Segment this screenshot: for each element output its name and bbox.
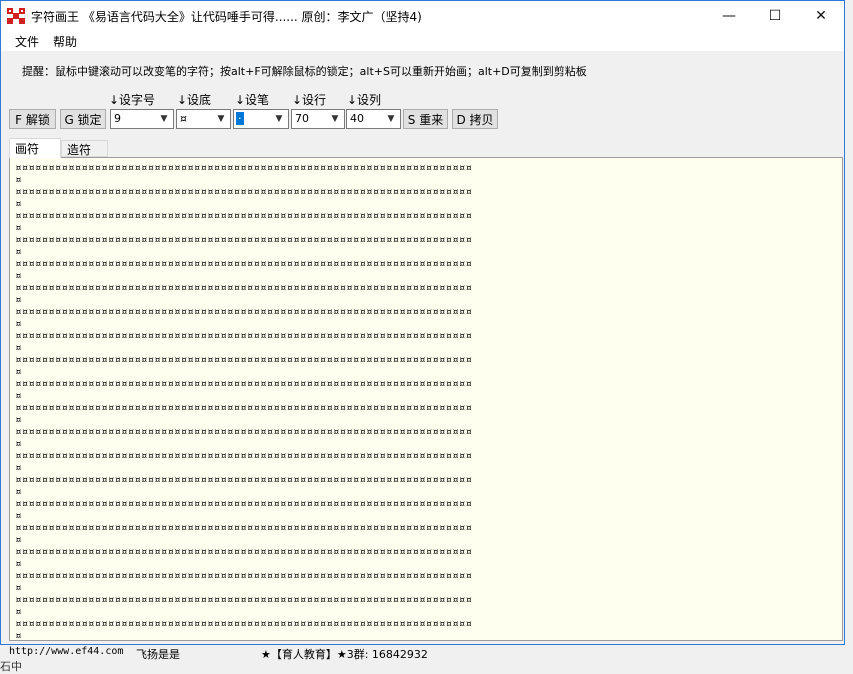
window-title: 字符画王 《易语言代码大全》让代码唾手可得...... 原创：李文广（坚持4) [31, 10, 422, 24]
label-background: ↓设底 [177, 93, 212, 107]
label-cols: ↓设列 [347, 93, 382, 107]
grid-row-wrap: ¤ [15, 486, 22, 498]
chevron-down-icon: ▼ [387, 114, 395, 124]
rows-value: 70 [295, 112, 309, 125]
status-url[interactable]: http://www.ef44.com [9, 646, 123, 657]
close-button[interactable]: ✕ [798, 1, 844, 31]
menu-help[interactable]: 帮助 [53, 33, 77, 50]
chevron-down-icon: ▼ [331, 114, 339, 124]
tip-text: 提醒：鼠标中键滚动可以改变笔的字符；按alt+F可解除鼠标的锁定；alt+S可以… [22, 65, 587, 78]
menu-file[interactable]: 文件 [15, 33, 39, 50]
app-window: 字符画王 《易语言代码大全》让代码唾手可得...... 原创：李文广（坚持4) … [0, 0, 845, 645]
grid-row: ¤¤¤¤¤¤¤¤¤¤¤¤¤¤¤¤¤¤¤¤¤¤¤¤¤¤¤¤¤¤¤¤¤¤¤¤¤¤¤¤… [15, 618, 472, 630]
chevron-down-icon: ▼ [160, 114, 168, 124]
grid-row: ¤¤¤¤¤¤¤¤¤¤¤¤¤¤¤¤¤¤¤¤¤¤¤¤¤¤¤¤¤¤¤¤¤¤¤¤¤¤¤¤… [15, 594, 472, 606]
cols-value: 40 [350, 112, 364, 125]
title-bar[interactable]: 字符画王 《易语言代码大全》让代码唾手可得...... 原创：李文广（坚持4) … [1, 1, 844, 31]
grid-row: ¤¤¤¤¤¤¤¤¤¤¤¤¤¤¤¤¤¤¤¤¤¤¤¤¤¤¤¤¤¤¤¤¤¤¤¤¤¤¤¤… [15, 522, 472, 534]
chevron-down-icon: ▼ [217, 114, 225, 124]
grid-row-wrap: ¤ [15, 198, 22, 210]
grid-row: ¤¤¤¤¤¤¤¤¤¤¤¤¤¤¤¤¤¤¤¤¤¤¤¤¤¤¤¤¤¤¤¤¤¤¤¤¤¤¤¤… [15, 354, 472, 366]
close-icon: ✕ [815, 8, 827, 24]
font-size-value: 9 [114, 112, 121, 125]
status-group: ★【育人教育】★3群: 16842932 [261, 648, 428, 661]
tab-make[interactable]: 造符 [61, 140, 108, 157]
grid-row: ¤¤¤¤¤¤¤¤¤¤¤¤¤¤¤¤¤¤¤¤¤¤¤¤¤¤¤¤¤¤¤¤¤¤¤¤¤¤¤¤… [15, 426, 472, 438]
pen-char-select[interactable]: · ▼ [233, 109, 289, 129]
maximize-icon: ☐ [768, 8, 782, 24]
grid-row-wrap: ¤ [15, 366, 22, 378]
minimize-icon: — [722, 8, 736, 24]
status-bar: http://www.ef44.com 飞扬是是 ★【育人教育】★3群: 168… [5, 645, 843, 661]
font-size-select[interactable]: 9 ▼ [110, 109, 174, 129]
label-rows: ↓设行 [292, 93, 327, 107]
label-font-size: ↓设字号 [109, 93, 156, 107]
drawing-canvas[interactable]: ¤¤¤¤¤¤¤¤¤¤¤¤¤¤¤¤¤¤¤¤¤¤¤¤¤¤¤¤¤¤¤¤¤¤¤¤¤¤¤¤… [9, 157, 843, 641]
grid-row: ¤¤¤¤¤¤¤¤¤¤¤¤¤¤¤¤¤¤¤¤¤¤¤¤¤¤¤¤¤¤¤¤¤¤¤¤¤¤¤¤… [15, 570, 472, 582]
minimize-button[interactable]: — [706, 1, 752, 31]
grid-row: ¤¤¤¤¤¤¤¤¤¤¤¤¤¤¤¤¤¤¤¤¤¤¤¤¤¤¤¤¤¤¤¤¤¤¤¤¤¤¤¤… [15, 258, 472, 270]
grid-row-wrap: ¤ [15, 462, 22, 474]
grid-row: ¤¤¤¤¤¤¤¤¤¤¤¤¤¤¤¤¤¤¤¤¤¤¤¤¤¤¤¤¤¤¤¤¤¤¤¤¤¤¤¤… [15, 162, 472, 174]
background-char-select[interactable]: ¤ ▼ [176, 109, 231, 129]
background-char-value: ¤ [180, 112, 187, 125]
copy-button[interactable]: D 拷贝 [452, 109, 498, 129]
character-grid: ¤¤¤¤¤¤¤¤¤¤¤¤¤¤¤¤¤¤¤¤¤¤¤¤¤¤¤¤¤¤¤¤¤¤¤¤¤¤¤¤… [15, 162, 472, 641]
main-panel: 提醒：鼠标中键滚动可以改变笔的字符；按alt+F可解除鼠标的锁定；alt+S可以… [6, 51, 844, 643]
grid-row-wrap: ¤ [15, 342, 22, 354]
grid-row-wrap: ¤ [15, 390, 22, 402]
grid-row: ¤¤¤¤¤¤¤¤¤¤¤¤¤¤¤¤¤¤¤¤¤¤¤¤¤¤¤¤¤¤¤¤¤¤¤¤¤¤¤¤… [15, 186, 472, 198]
cols-select[interactable]: 40 ▼ [346, 109, 401, 129]
label-pen: ↓设笔 [235, 93, 270, 107]
app-logo-icon [7, 8, 25, 24]
chevron-down-icon: ▼ [275, 114, 283, 124]
grid-row-wrap: ¤ [15, 558, 22, 570]
grid-row: ¤¤¤¤¤¤¤¤¤¤¤¤¤¤¤¤¤¤¤¤¤¤¤¤¤¤¤¤¤¤¤¤¤¤¤¤¤¤¤¤… [15, 330, 472, 342]
tab-draw[interactable]: 画符 [9, 138, 61, 158]
grid-row-wrap: ¤ [15, 246, 22, 258]
grid-row-wrap: ¤ [15, 174, 22, 186]
grid-row-wrap: ¤ [15, 534, 22, 546]
grid-row: ¤¤¤¤¤¤¤¤¤¤¤¤¤¤¤¤¤¤¤¤¤¤¤¤¤¤¤¤¤¤¤¤¤¤¤¤¤¤¤¤… [15, 234, 472, 246]
grid-row-wrap: ¤ [15, 294, 22, 306]
grid-row: ¤¤¤¤¤¤¤¤¤¤¤¤¤¤¤¤¤¤¤¤¤¤¤¤¤¤¤¤¤¤¤¤¤¤¤¤¤¤¤¤… [15, 474, 472, 486]
maximize-button[interactable]: ☐ [752, 1, 798, 31]
grid-row-wrap: ¤ [15, 318, 22, 330]
menu-bar: 文件 帮助 [1, 31, 844, 51]
grid-row: ¤¤¤¤¤¤¤¤¤¤¤¤¤¤¤¤¤¤¤¤¤¤¤¤¤¤¤¤¤¤¤¤¤¤¤¤¤¤¤¤… [15, 402, 472, 414]
unlock-button[interactable]: F 解锁 [9, 109, 56, 129]
grid-row-wrap: ¤ [15, 414, 22, 426]
status-name: 飞扬是是 [136, 648, 180, 661]
grid-row: ¤¤¤¤¤¤¤¤¤¤¤¤¤¤¤¤¤¤¤¤¤¤¤¤¤¤¤¤¤¤¤¤¤¤¤¤¤¤¤¤… [15, 378, 472, 390]
rows-select[interactable]: 70 ▼ [291, 109, 345, 129]
grid-row-wrap: ¤ [15, 270, 22, 282]
grid-row-wrap: ¤ [15, 582, 22, 594]
grid-row: ¤¤¤¤¤¤¤¤¤¤¤¤¤¤¤¤¤¤¤¤¤¤¤¤¤¤¤¤¤¤¤¤¤¤¤¤¤¤¤¤… [15, 546, 472, 558]
grid-row: ¤¤¤¤¤¤¤¤¤¤¤¤¤¤¤¤¤¤¤¤¤¤¤¤¤¤¤¤¤¤¤¤¤¤¤¤¤¤¤¤… [15, 498, 472, 510]
grid-row-wrap: ¤ [15, 510, 22, 522]
pen-char-value: · [236, 112, 244, 125]
grid-row-wrap: ¤ [15, 222, 22, 234]
grid-row-wrap: ¤ [15, 606, 22, 618]
grid-row-wrap: ¤ [15, 630, 22, 641]
grid-row-wrap: ¤ [15, 438, 22, 450]
grid-row: ¤¤¤¤¤¤¤¤¤¤¤¤¤¤¤¤¤¤¤¤¤¤¤¤¤¤¤¤¤¤¤¤¤¤¤¤¤¤¤¤… [15, 450, 472, 462]
restart-button[interactable]: S 重来 [403, 109, 448, 129]
grid-row: ¤¤¤¤¤¤¤¤¤¤¤¤¤¤¤¤¤¤¤¤¤¤¤¤¤¤¤¤¤¤¤¤¤¤¤¤¤¤¤¤… [15, 210, 472, 222]
grid-row: ¤¤¤¤¤¤¤¤¤¤¤¤¤¤¤¤¤¤¤¤¤¤¤¤¤¤¤¤¤¤¤¤¤¤¤¤¤¤¤¤… [15, 282, 472, 294]
lock-button[interactable]: G 锁定 [60, 109, 106, 129]
grid-row: ¤¤¤¤¤¤¤¤¤¤¤¤¤¤¤¤¤¤¤¤¤¤¤¤¤¤¤¤¤¤¤¤¤¤¤¤¤¤¤¤… [15, 306, 472, 318]
